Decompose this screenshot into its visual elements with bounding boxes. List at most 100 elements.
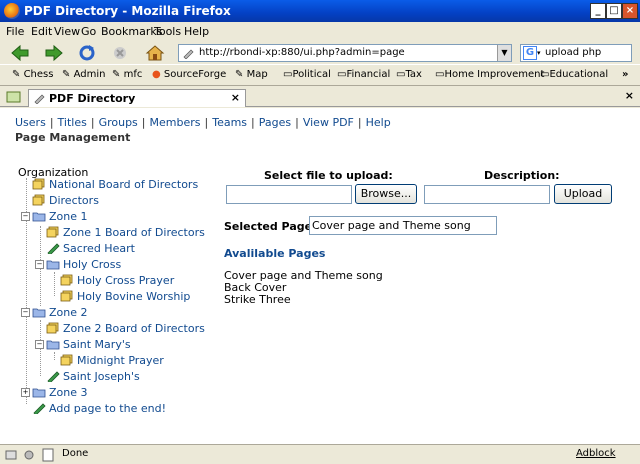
menu-bar: File Edit View Go Bookmarks Tools Help bbox=[0, 22, 640, 42]
pages-icon bbox=[32, 194, 46, 206]
nav-teams[interactable]: Teams bbox=[212, 116, 247, 129]
pen-icon bbox=[32, 402, 46, 416]
collapse-toggle[interactable]: − bbox=[21, 212, 30, 221]
tree-node[interactable]: National Board of Directors bbox=[32, 178, 198, 191]
menu-go[interactable]: Go bbox=[81, 25, 96, 38]
collapse-toggle[interactable]: − bbox=[35, 340, 44, 349]
tab-bar: PDF Directory × × bbox=[0, 87, 640, 107]
reload-icon[interactable] bbox=[77, 44, 97, 62]
minimize-button[interactable]: _ bbox=[590, 3, 606, 19]
tree-node[interactable]: Zone 2 Board of Directors bbox=[46, 322, 205, 335]
bookmark-map[interactable]: ✎ Map bbox=[235, 69, 268, 80]
url-bar[interactable]: http://rbondi-xp:880/ui.php?admin=page ▼ bbox=[178, 44, 512, 62]
pages-icon bbox=[32, 178, 46, 190]
tree-node[interactable]: Holy Cross bbox=[46, 258, 121, 271]
new-tab-icon[interactable] bbox=[6, 90, 22, 104]
bookmark-folder-tax[interactable]: ▭Tax bbox=[396, 69, 422, 80]
bookmark-icon: ✎ bbox=[62, 69, 71, 80]
bookmark-icon: ✎ bbox=[112, 69, 121, 80]
maximize-button[interactable]: □ bbox=[606, 3, 622, 19]
page-icon bbox=[34, 94, 45, 104]
home-icon[interactable] bbox=[145, 44, 165, 62]
tab-label: PDF Directory bbox=[49, 92, 136, 105]
bookmark-chess[interactable]: ✎ Chess bbox=[12, 69, 53, 80]
selected-page-input[interactable]: Cover page and Theme song bbox=[309, 216, 497, 235]
folder-icon bbox=[46, 338, 60, 350]
settings-icon[interactable] bbox=[22, 448, 36, 462]
tab-close-icon[interactable]: × bbox=[231, 91, 240, 104]
menu-tools[interactable]: Tools bbox=[154, 25, 181, 38]
bookmark-folder-political[interactable]: ▭Political bbox=[283, 69, 331, 80]
nav-pages[interactable]: Pages bbox=[259, 116, 291, 129]
collapse-toggle[interactable]: − bbox=[21, 308, 30, 317]
tree-node[interactable]: Zone 2 bbox=[32, 306, 88, 319]
nav-help[interactable]: Help bbox=[366, 116, 391, 129]
menu-view[interactable]: View bbox=[54, 25, 80, 38]
tree-node[interactable]: Saint Mary's bbox=[46, 338, 131, 351]
url-dropdown-icon[interactable]: ▼ bbox=[497, 45, 511, 61]
firefox-icon bbox=[4, 3, 20, 19]
bookmark-admin[interactable]: ✎ Admin bbox=[62, 69, 105, 80]
tree-node[interactable]: Zone 1 Board of Directors bbox=[46, 226, 205, 239]
tree-node[interactable]: Directors bbox=[32, 194, 99, 207]
menu-edit[interactable]: Edit bbox=[31, 25, 52, 38]
pages-icon bbox=[46, 226, 60, 238]
selected-page-label: Selected Page: bbox=[224, 220, 317, 233]
description-input[interactable] bbox=[424, 185, 550, 204]
pages-icon bbox=[60, 290, 74, 302]
tree-node[interactable]: Holy Cross Prayer bbox=[60, 274, 174, 287]
back-icon[interactable] bbox=[10, 44, 30, 62]
bookmark-sourceforge[interactable]: ● SourceForge bbox=[152, 69, 226, 80]
bookmark-folder-financial[interactable]: ▭Financial bbox=[337, 69, 390, 80]
tree-node[interactable]: Zone 3 bbox=[32, 386, 88, 399]
close-window-button[interactable]: × bbox=[622, 3, 638, 19]
folder-icon bbox=[32, 386, 46, 398]
file-upload-label: Select file to upload: bbox=[264, 169, 393, 182]
bookmarks-toolbar: ✎ Chess ✎ Admin ✎ mfc ● SourceForge ✎ Ma… bbox=[0, 64, 640, 86]
tab-pdf-directory[interactable]: PDF Directory × bbox=[28, 89, 246, 107]
stop-icon[interactable] bbox=[110, 44, 130, 62]
forward-icon[interactable] bbox=[44, 44, 64, 62]
expand-toggle[interactable]: + bbox=[21, 388, 30, 397]
pen-icon bbox=[46, 242, 60, 256]
file-path-input[interactable] bbox=[226, 185, 352, 204]
bookmark-mfc[interactable]: ✎ mfc bbox=[112, 69, 142, 80]
status-bar: Done Adblock bbox=[0, 444, 640, 464]
bookmark-folder-home-improvement[interactable]: ▭Home Improvement bbox=[435, 69, 544, 80]
nav-view-pdf[interactable]: View PDF bbox=[303, 116, 354, 129]
tree-node[interactable]: Sacred Heart bbox=[46, 242, 135, 256]
folder-icon bbox=[46, 258, 60, 270]
collapse-toggle[interactable]: − bbox=[35, 260, 44, 269]
nav-members[interactable]: Members bbox=[150, 116, 201, 129]
page-title: Page Management bbox=[15, 131, 131, 144]
bookmarks-overflow-button[interactable]: » bbox=[622, 69, 628, 80]
page-icon bbox=[183, 49, 194, 59]
page-content: Users | Titles | Groups | Members | Teams | Pages |… bbox=[0, 108, 640, 444]
nav-titles[interactable]: Titles bbox=[58, 116, 87, 129]
adblock-button[interactable]: Adblock bbox=[576, 448, 616, 459]
menu-file[interactable]: File bbox=[6, 25, 24, 38]
search-engine-dropdown-icon[interactable]: ▾ bbox=[537, 49, 541, 57]
tree-node[interactable]: Midnight Prayer bbox=[60, 354, 164, 367]
menu-help[interactable]: Help bbox=[184, 25, 209, 38]
browse-button[interactable]: Browse... bbox=[355, 184, 417, 204]
nav-groups[interactable]: Groups bbox=[99, 116, 138, 129]
upload-button[interactable]: Upload bbox=[554, 184, 612, 204]
search-text: upload php bbox=[545, 47, 602, 58]
bookmark-folder-educational[interactable]: ▭Educational bbox=[540, 69, 608, 80]
tree-node[interactable]: Saint Joseph's bbox=[46, 370, 140, 384]
close-all-tabs-icon[interactable]: × bbox=[625, 89, 634, 102]
title-bar: PDF Directory - Mozilla Firefox _ □ × bbox=[0, 0, 640, 22]
nav-users[interactable]: Users bbox=[15, 116, 46, 129]
pen-icon bbox=[46, 370, 60, 384]
tree-node[interactable]: Zone 1 bbox=[32, 210, 88, 223]
folder-icon bbox=[32, 306, 46, 318]
search-input[interactable]: G ▾ upload php bbox=[520, 44, 632, 62]
available-page-item[interactable]: Strike Three bbox=[224, 293, 291, 306]
pages-icon bbox=[60, 274, 74, 286]
folder-icon bbox=[32, 210, 46, 222]
nav-links: Users | Titles | Groups | Members | Teams | Pages |… bbox=[15, 116, 391, 129]
tree-node[interactable]: Holy Bovine Worship bbox=[60, 290, 190, 303]
add-page-link[interactable]: Add page to the end! bbox=[32, 402, 166, 416]
window-title: PDF Directory - Mozilla Firefox bbox=[24, 4, 231, 18]
